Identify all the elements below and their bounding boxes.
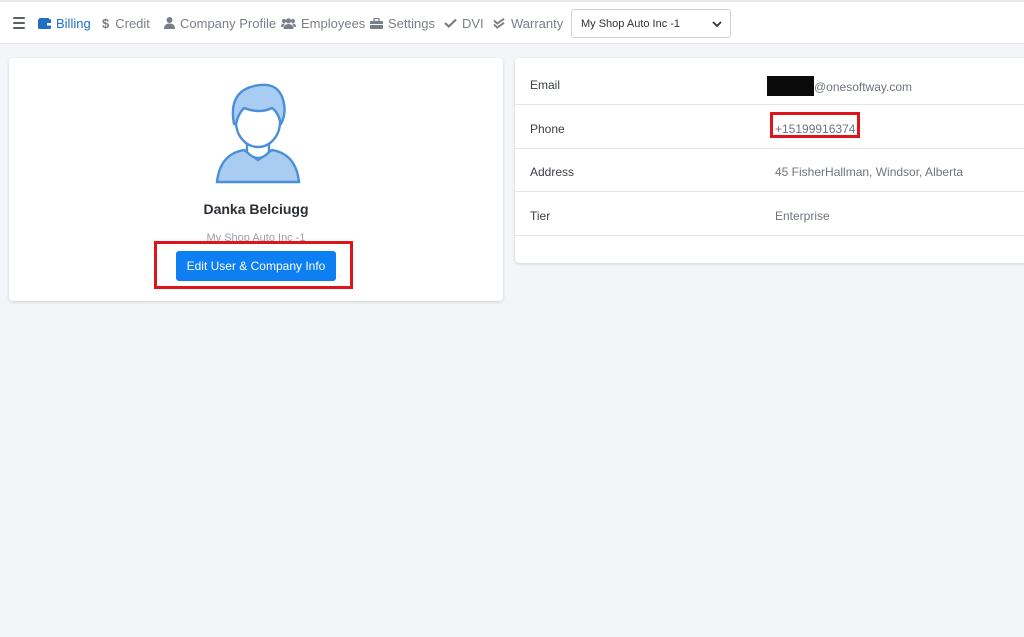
- chevron-down-icon: [712, 19, 722, 31]
- address-value: 45 FisherHallman, Windsor, Alberta: [775, 165, 964, 179]
- shop-select-value: My Shop Auto Inc -1: [581, 17, 681, 30]
- user-avatar-icon: [215, 83, 301, 184]
- detail-row-email: Email @onesoftway.com: [515, 61, 1024, 105]
- details-card: Email @onesoftway.com Phone +15199916374…: [515, 58, 1024, 263]
- tier-value: Enterprise: [775, 209, 830, 223]
- nav-billing[interactable]: Billing: [38, 2, 91, 44]
- profile-card: Danka Belciugg My Shop Auto Inc -1 Edit …: [9, 58, 503, 301]
- nav-settings-label: Settings: [388, 15, 435, 31]
- check-icon: [444, 18, 457, 28]
- dollar-icon: $: [102, 15, 110, 31]
- nav-company-profile-label: Company Profile: [180, 15, 277, 31]
- highlight-box-phone: [770, 112, 860, 138]
- email-domain: @onesoftway.com: [814, 80, 912, 95]
- nav-warranty-label: Warranty: [511, 15, 564, 31]
- double-check-icon: [493, 17, 506, 29]
- detail-row-address: Address 45 FisherHallman, Windsor, Alber…: [515, 148, 1024, 192]
- redaction-block: [767, 76, 814, 96]
- nav-credit[interactable]: $ Credit: [102, 2, 150, 44]
- nav-employees[interactable]: Employees: [281, 2, 365, 44]
- nav-warranty[interactable]: Warranty: [493, 2, 563, 44]
- nav-settings[interactable]: Settings: [370, 2, 435, 44]
- avatar: [214, 74, 302, 186]
- nav-credit-label: Credit: [115, 15, 150, 31]
- top-navbar: Billing $ Credit Company Profile Employe…: [0, 0, 1024, 44]
- email-label: Email: [530, 78, 561, 92]
- tier-label: Tier: [530, 209, 551, 223]
- nav-dvi-label: DVI: [462, 15, 484, 31]
- nav-employees-label: Employees: [301, 15, 366, 31]
- shop-select[interactable]: My Shop Auto Inc -1: [571, 9, 731, 38]
- toolbox-icon: [370, 17, 383, 29]
- email-value: @onesoftway.com: [767, 76, 912, 98]
- address-label: Address: [530, 165, 575, 179]
- nav-company-profile[interactable]: Company Profile: [164, 2, 276, 44]
- phone-label: Phone: [530, 122, 565, 136]
- users-icon: [281, 17, 296, 29]
- highlight-box-edit-button: [154, 241, 353, 289]
- detail-row-tier: Tier Enterprise: [515, 192, 1024, 236]
- nav-dvi[interactable]: DVI: [444, 2, 484, 44]
- user-name: Danka Belciugg: [203, 201, 309, 217]
- hamburger-menu-icon[interactable]: [13, 17, 25, 29]
- nav-billing-label: Billing: [56, 15, 91, 31]
- wallet-icon: [38, 17, 51, 29]
- user-icon: [164, 17, 175, 29]
